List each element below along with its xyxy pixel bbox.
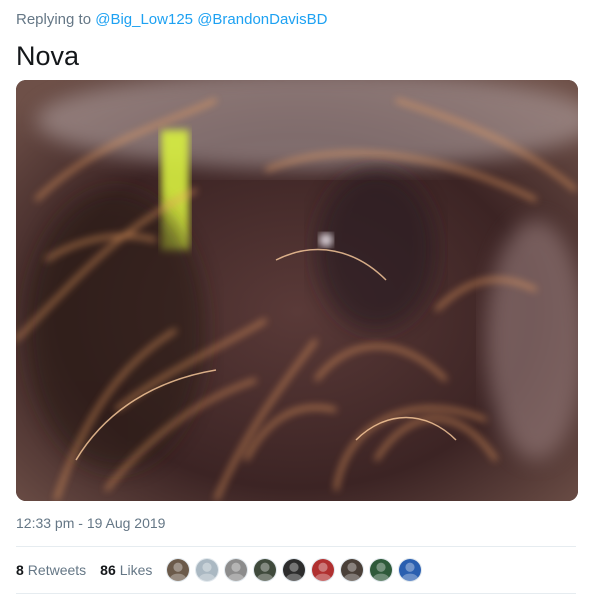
tweet-media-image[interactable] (16, 80, 578, 501)
tweet-timestamp[interactable]: 12:33 pm - 19 Aug 2019 (16, 515, 165, 531)
liker-avatar[interactable] (253, 558, 277, 582)
blurred-photo (16, 80, 578, 501)
mention-link-brandondavisbd[interactable]: @BrandonDavisBD (197, 11, 327, 28)
liker-avatars (166, 558, 427, 582)
mention-link-big-low125[interactable]: @Big_Low125 (95, 11, 193, 28)
retweets-stat[interactable]: 8 Retweets (16, 562, 86, 578)
liker-avatar[interactable] (282, 558, 306, 582)
liker-avatar[interactable] (340, 558, 364, 582)
likes-label: Likes (119, 562, 153, 578)
likes-count: 86 (100, 562, 116, 578)
retweets-label: Retweets (27, 562, 87, 578)
liker-avatar[interactable] (369, 558, 393, 582)
liker-avatar[interactable] (224, 558, 248, 582)
liker-avatar[interactable] (195, 558, 219, 582)
stats-divider-bottom (16, 593, 576, 594)
retweets-count: 8 (16, 562, 24, 578)
likes-stat[interactable]: 86 Likes (100, 562, 152, 578)
tweet-text: Nova (16, 41, 80, 71)
tweet-stats: 8 Retweets 86 Likes (16, 547, 166, 593)
replying-to-line: Replying to @Big_Low125 @BrandonDavisBD (16, 11, 327, 28)
liker-avatar[interactable] (311, 558, 335, 582)
liker-avatar[interactable] (166, 558, 190, 582)
replying-to-label: Replying to (16, 11, 92, 28)
liker-avatar[interactable] (398, 558, 422, 582)
